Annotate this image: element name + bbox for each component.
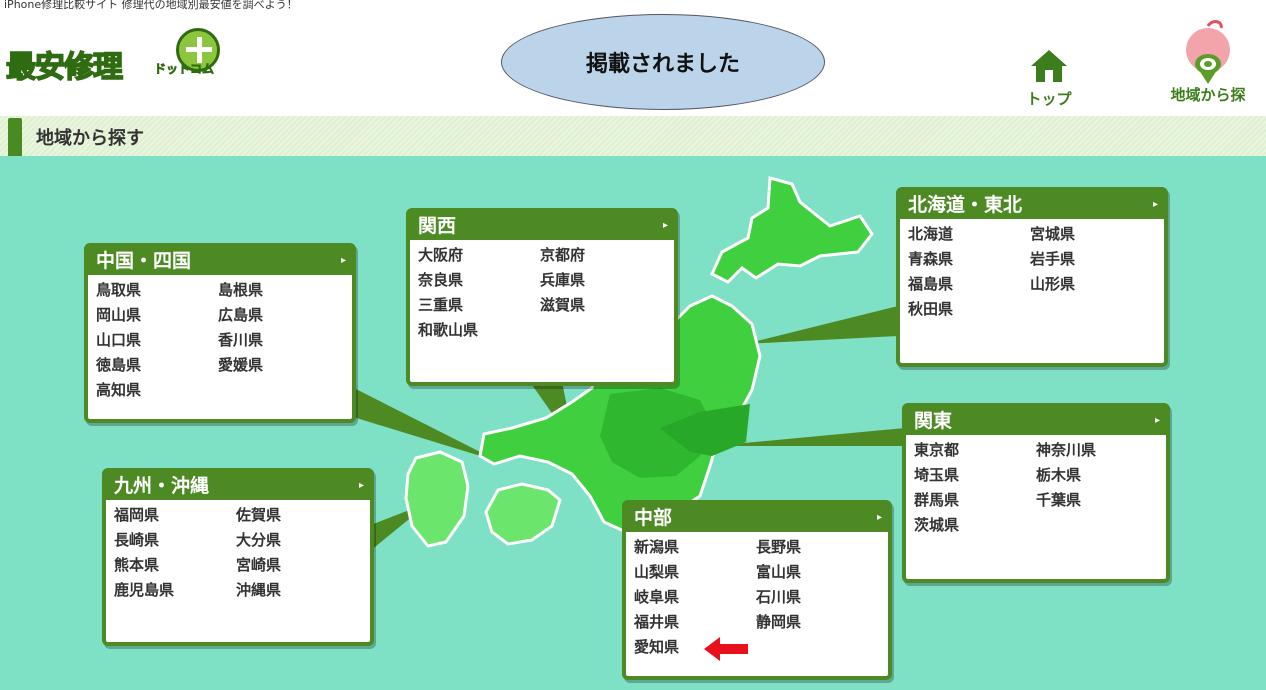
- pref-link[interactable]: 山梨県: [634, 561, 756, 584]
- chevron-right-icon: ▸: [876, 512, 882, 523]
- home-icon: [1029, 48, 1069, 84]
- region-name: 関西: [418, 215, 457, 237]
- region-header-chugoku-shikoku[interactable]: 中国・四国 ▸: [88, 247, 352, 275]
- region-header-hokkaido-tohoku[interactable]: 北海道・東北 ▸: [900, 191, 1164, 219]
- pref-link[interactable]: 奈良県: [418, 269, 540, 292]
- pref-link[interactable]: 岡山県: [96, 304, 218, 327]
- pref-link[interactable]: 長野県: [756, 536, 878, 559]
- nav-area-label: 地域から探: [1170, 86, 1246, 104]
- site-tagline: iPhone修理比較サイト 修理代の地域別最安値を調べよう！: [4, 0, 298, 11]
- pref-link[interactable]: 岐阜県: [634, 586, 756, 609]
- region-name: 北海道・東北: [908, 194, 1023, 216]
- pref-link[interactable]: 高知県: [96, 379, 218, 402]
- pref-list: 大阪府 京都府 奈良県 兵庫県 三重県 滋賀県 和歌山県: [410, 240, 674, 342]
- pref-link[interactable]: 東京都: [914, 439, 1036, 462]
- pref-link[interactable]: 愛媛県: [218, 354, 340, 377]
- region-box-kyushu-okinawa: 九州・沖縄 ▸ 福岡県 佐賀県 長崎県 大分県 熊本県 宮崎県 鹿児島県 沖縄県: [102, 468, 374, 646]
- section-header: 地域から探す: [0, 116, 1266, 158]
- chevron-right-icon: ▸: [1152, 199, 1158, 210]
- pref-link[interactable]: 静岡県: [756, 611, 878, 634]
- region-name: 中部: [634, 507, 673, 529]
- pref-link[interactable]: 滋賀県: [540, 294, 662, 317]
- site-logo[interactable]: 最安修理 ドットコム: [5, 28, 256, 90]
- nav-top-link[interactable]: トップ: [1014, 48, 1084, 109]
- pref-link[interactable]: 青森県: [908, 248, 1030, 271]
- kyushu-shape: [404, 450, 470, 548]
- pref-link[interactable]: 広島県: [218, 304, 340, 327]
- pref-link[interactable]: 宮崎県: [236, 554, 358, 577]
- pref-link[interactable]: 大阪府: [418, 244, 540, 267]
- pref-list: 福岡県 佐賀県 長崎県 大分県 熊本県 宮崎県 鹿児島県 沖縄県: [106, 500, 370, 602]
- pref-link[interactable]: 千葉県: [1036, 489, 1158, 512]
- pref-link[interactable]: 宮城県: [1030, 223, 1152, 246]
- logo-subtext: ドットコム: [154, 62, 215, 77]
- pref-link[interactable]: 栃木県: [1036, 464, 1158, 487]
- pref-link[interactable]: 福島県: [908, 273, 1030, 296]
- pref-link[interactable]: 沖縄県: [236, 579, 358, 602]
- logo-text: 最安修理: [5, 49, 124, 86]
- pref-link[interactable]: 福岡県: [114, 504, 236, 527]
- callout-chugoku: [350, 386, 500, 462]
- pref-link[interactable]: 福井県: [634, 611, 756, 634]
- pref-link[interactable]: 岩手県: [1030, 248, 1152, 271]
- region-box-kanto: 関東 ▸ 東京都 神奈川県 埼玉県 栃木県 群馬県 千葉県 茨城県: [902, 403, 1170, 583]
- pref-link[interactable]: 茨城県: [914, 514, 1036, 537]
- pref-list: 新潟県 長野県 山梨県 富山県 岐阜県 石川県 福井県 静岡県 愛知県: [626, 532, 888, 659]
- region-header-kanto[interactable]: 関東 ▸: [906, 407, 1166, 435]
- pref-link[interactable]: 北海道: [908, 223, 1030, 246]
- chevron-right-icon: ▸: [358, 480, 364, 491]
- pref-link[interactable]: 鹿児島県: [114, 579, 236, 602]
- chevron-right-icon: ▸: [340, 255, 346, 266]
- highlight-arrow-icon: [704, 637, 748, 661]
- pref-link[interactable]: 神奈川県: [1036, 439, 1158, 462]
- pref-link[interactable]: 秋田県: [908, 298, 1030, 321]
- pref-link[interactable]: 香川県: [218, 329, 340, 352]
- pref-link[interactable]: 和歌山県: [418, 319, 540, 342]
- pref-link[interactable]: 山形県: [1030, 273, 1152, 296]
- region-name: 中国・四国: [96, 250, 192, 272]
- pref-list: 東京都 神奈川県 埼玉県 栃木県 群馬県 千葉県 茨城県: [906, 435, 1166, 537]
- pref-link[interactable]: 島根県: [218, 279, 340, 302]
- pref-list: 北海道 宮城県 青森県 岩手県 福島県 山形県 秋田県: [900, 219, 1164, 321]
- callout-tohoku: [745, 306, 898, 344]
- published-notice-bubble: 掲載されました: [501, 14, 825, 110]
- pref-link[interactable]: 埼玉県: [914, 464, 1036, 487]
- pref-link[interactable]: 富山県: [756, 561, 878, 584]
- pref-link[interactable]: 山口県: [96, 329, 218, 352]
- region-box-kansai: 関西 ▸ 大阪府 京都府 奈良県 兵庫県 三重県 滋賀県 和歌山県: [406, 208, 678, 386]
- pref-link[interactable]: 鳥取県: [96, 279, 218, 302]
- region-box-hokkaido-tohoku: 北海道・東北 ▸ 北海道 宮城県 青森県 岩手県 福島県 山形県 秋田県: [896, 187, 1168, 367]
- chevron-right-icon: ▸: [1154, 415, 1160, 426]
- hokkaido-shape: [710, 176, 874, 284]
- pref-link[interactable]: 徳島県: [96, 354, 218, 377]
- nav-area-link[interactable]: 地域から探: [1150, 20, 1266, 105]
- pref-link[interactable]: 兵庫県: [540, 269, 662, 292]
- region-header-kyushu-okinawa[interactable]: 九州・沖縄 ▸: [106, 472, 370, 500]
- pref-list: 鳥取県 島根県 岡山県 広島県 山口県 香川県 徳島県 愛媛県 高知県: [88, 275, 352, 402]
- pref-link[interactable]: 佐賀県: [236, 504, 358, 527]
- pref-link[interactable]: 石川県: [756, 586, 878, 609]
- region-box-chubu: 中部 ▸ 新潟県 長野県 山梨県 富山県 岐阜県 石川県 福井県 静岡県 愛知県: [622, 500, 892, 680]
- pref-link[interactable]: 群馬県: [914, 489, 1036, 512]
- region-name: 関東: [914, 410, 953, 432]
- pref-link[interactable]: 長崎県: [114, 529, 236, 552]
- section-title: 地域から探す: [36, 128, 144, 149]
- shikoku-shape: [484, 482, 562, 546]
- pref-link[interactable]: 熊本県: [114, 554, 236, 577]
- pref-link[interactable]: 京都府: [540, 244, 662, 267]
- region-box-chugoku-shikoku: 中国・四国 ▸ 鳥取県 島根県 岡山県 広島県 山口県 香川県 徳島県 愛媛県 高…: [84, 243, 356, 423]
- section-marker: [8, 118, 22, 158]
- pref-link[interactable]: 新潟県: [634, 536, 756, 559]
- nav-top-label: トップ: [1026, 90, 1072, 108]
- chevron-right-icon: ▸: [662, 220, 668, 231]
- region-header-kansai[interactable]: 関西 ▸: [410, 212, 674, 240]
- pref-link[interactable]: 大分県: [236, 529, 358, 552]
- region-name: 九州・沖縄: [114, 475, 210, 497]
- apple-pin-icon: [1183, 20, 1233, 84]
- pref-link[interactable]: 三重県: [418, 294, 540, 317]
- region-header-chubu[interactable]: 中部 ▸: [626, 504, 888, 532]
